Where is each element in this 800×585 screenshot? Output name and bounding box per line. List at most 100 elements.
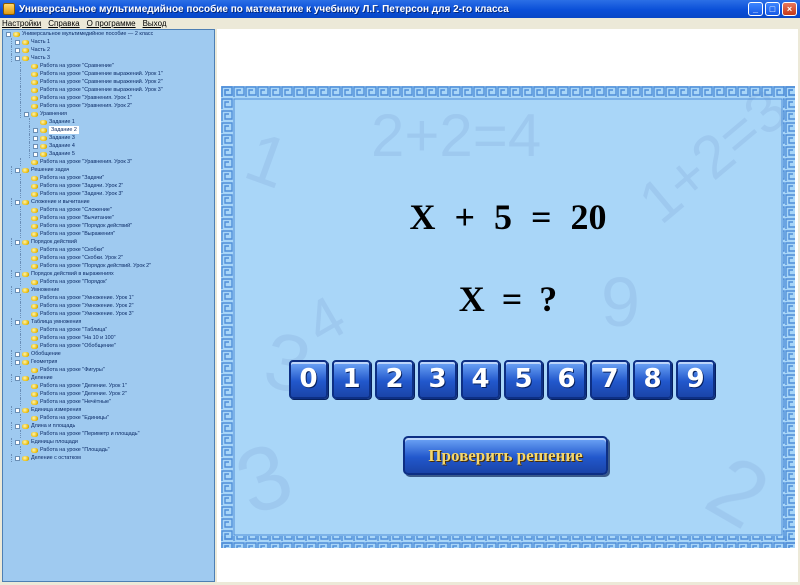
tree-item[interactable]: Часть 2 bbox=[3, 46, 214, 54]
tree-item[interactable]: Работа на уроке "Периметр и площадь" bbox=[3, 430, 214, 438]
tree-expander-icon[interactable] bbox=[33, 151, 38, 157]
menu-settings[interactable]: Настройки bbox=[2, 19, 41, 28]
tree-item-label: Обобщение bbox=[31, 351, 61, 357]
tree-expander-icon[interactable] bbox=[15, 239, 20, 245]
tree-item[interactable]: Длина и площадь bbox=[3, 422, 214, 430]
tree-item[interactable]: Работа на уроке "Обобщение" bbox=[3, 342, 214, 350]
tree-item[interactable]: Порядок действий bbox=[3, 238, 214, 246]
tree-expander-icon[interactable] bbox=[33, 127, 38, 133]
tree-expander-icon[interactable] bbox=[15, 55, 20, 61]
tree-item[interactable]: Работа на уроке "Единицы" bbox=[3, 414, 214, 422]
digit-button-0[interactable]: 0 bbox=[289, 360, 328, 399]
tree-item[interactable]: Единицы площади bbox=[3, 438, 214, 446]
tree-item[interactable]: Таблица умножения bbox=[3, 318, 214, 326]
digit-button-7[interactable]: 7 bbox=[590, 360, 629, 399]
menu-exit[interactable]: Выход bbox=[143, 19, 167, 28]
digit-button-3[interactable]: 3 bbox=[418, 360, 457, 399]
tree-item[interactable]: Работа на уроке "Выражения" bbox=[3, 230, 214, 238]
minimize-button[interactable]: _ bbox=[748, 2, 763, 16]
tree-expander-icon[interactable] bbox=[15, 167, 20, 173]
tree-item[interactable]: Работа на уроке "Задачи. Урок 3" bbox=[3, 190, 214, 198]
tree-item[interactable]: Часть 3 bbox=[3, 54, 214, 62]
tree-item[interactable]: Работа на уроке "Фигуры" bbox=[3, 366, 214, 374]
tree-item[interactable]: Задание 1 bbox=[3, 118, 214, 126]
tree-item[interactable]: Работа на уроке "Нечётные" bbox=[3, 398, 214, 406]
tree-item[interactable]: Работа на уроке "Скобки" bbox=[3, 246, 214, 254]
menu-help[interactable]: Справка bbox=[48, 19, 79, 28]
tree-expander-icon[interactable] bbox=[15, 455, 20, 461]
tree-item[interactable]: Задание 4 bbox=[3, 142, 214, 150]
tree-item[interactable]: Задание 2 bbox=[3, 126, 214, 134]
tree-item[interactable]: Работа на уроке "Площадь" bbox=[3, 446, 214, 454]
tree-item[interactable]: Задание 5 bbox=[3, 150, 214, 158]
tree-item[interactable]: Работа на уроке "На 10 и 100" bbox=[3, 334, 214, 342]
tree-item[interactable]: Сложение и вычитание bbox=[3, 198, 214, 206]
tree-item[interactable]: Обобщение bbox=[3, 350, 214, 358]
tree-item[interactable]: Работа на уроке "Порядок" bbox=[3, 278, 214, 286]
tree-expander-icon[interactable] bbox=[33, 135, 38, 141]
tree-item[interactable]: Единица измерения bbox=[3, 406, 214, 414]
tree-item[interactable]: Работа на уроке "Порядок действий" bbox=[3, 222, 214, 230]
tree-expander-icon[interactable] bbox=[15, 39, 20, 45]
tree-item[interactable]: Работа на уроке "Сравнение" bbox=[3, 62, 214, 70]
tree-item[interactable]: Работа на уроке "Задачи. Урок 2" bbox=[3, 182, 214, 190]
menu-about[interactable]: О программе bbox=[87, 19, 136, 28]
tree-item[interactable]: Работа на уроке "Порядок действий. Урок … bbox=[3, 262, 214, 270]
maximize-button[interactable]: □ bbox=[765, 2, 780, 16]
tree-item[interactable]: Решение задач bbox=[3, 166, 214, 174]
tree-item[interactable]: Деление bbox=[3, 374, 214, 382]
tree-expander-icon[interactable] bbox=[15, 359, 20, 365]
tree-item[interactable]: Часть 1 bbox=[3, 38, 214, 46]
lesson-tree-panel[interactable]: Универсальное мультимедийное пособие — 2… bbox=[2, 29, 215, 582]
tree-item[interactable]: Работа на уроке "Сравнение выражений. Ур… bbox=[3, 70, 214, 78]
tree-expander-icon[interactable] bbox=[6, 31, 11, 37]
tree-item[interactable]: Работа на уроке "Уравнения. Урок 1" bbox=[3, 94, 214, 102]
tree-item[interactable]: Работа на уроке "Уравнения. Урок 2" bbox=[3, 102, 214, 110]
tree-expander-icon[interactable] bbox=[15, 439, 20, 445]
tree-expander-icon[interactable] bbox=[15, 423, 20, 429]
tree-item[interactable]: Уравнения bbox=[3, 110, 214, 118]
tree-item[interactable]: Работа на уроке "Скобки. Урок 2" bbox=[3, 254, 214, 262]
digit-button-6[interactable]: 6 bbox=[547, 360, 586, 399]
tree-item[interactable]: Геометрия bbox=[3, 358, 214, 366]
tree-item[interactable]: Деление с остатком bbox=[3, 454, 214, 462]
close-button[interactable]: × bbox=[782, 2, 797, 16]
tree-expander-icon[interactable] bbox=[15, 351, 20, 357]
tree-item-label: Работа на уроке "Умножение. Урок 1" bbox=[40, 295, 134, 301]
tree-item[interactable]: Работа на уроке "Уравнения. Урок 3" bbox=[3, 158, 214, 166]
tree-item[interactable]: Работа на уроке "Сравнение выражений. Ур… bbox=[3, 86, 214, 94]
tree-expander-icon[interactable] bbox=[15, 47, 20, 53]
tree-expander-icon[interactable] bbox=[15, 271, 20, 277]
check-solution-button[interactable]: Проверить решение bbox=[403, 436, 608, 475]
tree-item[interactable]: Умножение bbox=[3, 286, 214, 294]
tree-expander-icon[interactable] bbox=[15, 319, 20, 325]
tree-expander-icon[interactable] bbox=[33, 143, 38, 149]
tree-item[interactable]: Работа на уроке "Сравнение выражений. Ур… bbox=[3, 78, 214, 86]
tree-expander-icon[interactable] bbox=[15, 287, 20, 293]
digit-button-9[interactable]: 9 bbox=[676, 360, 715, 399]
tree-expander-icon[interactable] bbox=[24, 111, 29, 117]
tree-item[interactable]: Работа на уроке "Таблица" bbox=[3, 326, 214, 334]
tree-item[interactable]: Работа на уроке "Задачи" bbox=[3, 174, 214, 182]
tree-item[interactable]: Работа на уроке "Умножение. Урок 2" bbox=[3, 302, 214, 310]
window-title: Универсальное мультимедийное пособие по … bbox=[19, 3, 509, 15]
tree-expander-icon[interactable] bbox=[15, 375, 20, 381]
digit-button-2[interactable]: 2 bbox=[375, 360, 414, 399]
tree-item[interactable]: Работа на уроке "Умножение. Урок 1" bbox=[3, 294, 214, 302]
tree-item[interactable]: Работа на уроке "Деление. Урок 2" bbox=[3, 390, 214, 398]
tree-item[interactable]: Работа на уроке "Вычитание" bbox=[3, 214, 214, 222]
digit-button-4[interactable]: 4 bbox=[461, 360, 500, 399]
tree-expander-icon[interactable] bbox=[15, 199, 20, 205]
tree-item[interactable]: Порядок действий в выражениях bbox=[3, 270, 214, 278]
tree-item-label: Порядок действий bbox=[31, 239, 77, 245]
tree-expander-icon[interactable] bbox=[15, 407, 20, 413]
tree-item[interactable]: Работа на уроке "Деление. Урок 1" bbox=[3, 382, 214, 390]
tree-item[interactable]: Задание 3 bbox=[3, 134, 214, 142]
tree-item[interactable]: Универсальное мультимедийное пособие — 2… bbox=[3, 30, 214, 38]
digit-button-8[interactable]: 8 bbox=[633, 360, 672, 399]
digit-button-5[interactable]: 5 bbox=[504, 360, 543, 399]
window-title-bar[interactable]: Универсальное мультимедийное пособие по … bbox=[0, 0, 800, 18]
tree-item[interactable]: Работа на уроке "Сложение" bbox=[3, 206, 214, 214]
tree-item[interactable]: Работа на уроке "Умножение. Урок 3" bbox=[3, 310, 214, 318]
digit-button-1[interactable]: 1 bbox=[332, 360, 371, 399]
